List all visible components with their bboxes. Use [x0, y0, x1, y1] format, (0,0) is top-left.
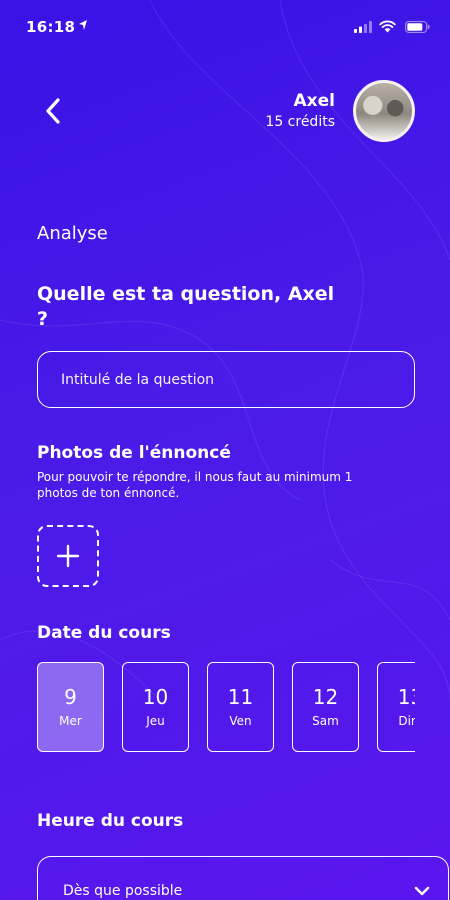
- photos-section-title: Photos de l'énnoncé: [37, 443, 231, 463]
- plus-icon: [56, 544, 80, 568]
- day-name: Jeu: [146, 714, 165, 728]
- day-name: Dim: [398, 714, 415, 728]
- day-number: 13: [397, 685, 415, 709]
- day-card-10[interactable]: 10 Jeu: [122, 662, 189, 752]
- signal-icon: [354, 21, 372, 33]
- day-picker: 9 Mer 10 Jeu 11 Ven 12 Sam 13 Dim: [37, 662, 415, 752]
- section-label: Analyse: [37, 223, 108, 244]
- wifi-icon: [379, 20, 396, 33]
- status-time: 16:18: [26, 18, 76, 36]
- back-button[interactable]: [38, 95, 68, 127]
- day-name: Mer: [59, 714, 82, 728]
- user-info: Axel 15 crédits: [265, 91, 335, 131]
- day-number: 10: [142, 685, 169, 709]
- location-arrow-icon: [79, 20, 87, 30]
- add-photo-button[interactable]: [37, 525, 99, 587]
- time-select[interactable]: Dès que possible: [37, 856, 449, 900]
- day-card-9[interactable]: 9 Mer: [37, 662, 104, 752]
- photos-section-description: Pour pouvoir te répondre, il nous faut a…: [37, 470, 353, 500]
- status-bar: 16:18: [0, 0, 450, 56]
- battery-icon: [405, 21, 430, 33]
- day-number: 9: [64, 685, 77, 709]
- time-section-title: Heure du cours: [37, 811, 184, 831]
- day-name: Sam: [312, 714, 339, 728]
- avatar[interactable]: [353, 80, 415, 142]
- date-section-title: Date du cours: [37, 623, 171, 643]
- user-name: Axel: [293, 91, 335, 111]
- time-select-value: Dès que possible: [63, 883, 183, 899]
- day-name: Ven: [229, 714, 252, 728]
- user-credits: 15 crédits: [265, 114, 335, 130]
- question-title-input[interactable]: [37, 351, 415, 408]
- day-card-11[interactable]: 11 Ven: [207, 662, 274, 752]
- day-number: 11: [227, 685, 254, 709]
- day-number: 12: [312, 685, 339, 709]
- day-card-12[interactable]: 12 Sam: [292, 662, 359, 752]
- question-title: Quelle est ta question, Axel ?: [37, 283, 335, 330]
- day-card-13[interactable]: 13 Dim: [377, 662, 415, 752]
- chevron-left-icon: [46, 98, 60, 124]
- chevron-down-icon: [414, 886, 430, 896]
